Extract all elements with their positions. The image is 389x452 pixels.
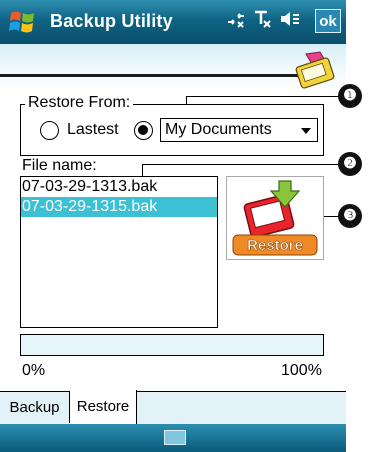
restore-button[interactable]: Restore bbox=[226, 176, 324, 260]
callout-line-2 bbox=[142, 164, 338, 165]
header-divider bbox=[0, 74, 300, 77]
callout-line-2-tick bbox=[142, 164, 143, 176]
tab-restore[interactable]: Restore bbox=[70, 390, 137, 424]
callout-3: ❸ bbox=[338, 204, 362, 228]
list-item[interactable]: 07-03-29-1313.bak bbox=[21, 177, 217, 197]
file-name-label: File name: bbox=[22, 157, 97, 174]
progress-max-label: 100% bbox=[281, 362, 322, 379]
callout-1: ❶ bbox=[338, 84, 362, 108]
callout-line-3 bbox=[324, 216, 338, 217]
signal-off-icon[interactable] bbox=[254, 10, 272, 33]
callout-line-1 bbox=[186, 96, 338, 97]
connectivity-icon[interactable] bbox=[226, 10, 246, 33]
radio-latest[interactable] bbox=[40, 121, 59, 140]
speaker-icon[interactable] bbox=[280, 10, 302, 33]
restore-icon: Restore bbox=[232, 180, 318, 256]
windows-start-icon[interactable] bbox=[8, 8, 38, 36]
file-listbox[interactable]: 07-03-29-1313.bak 07-03-29-1315.bak bbox=[20, 176, 218, 328]
keyboard-icon[interactable] bbox=[164, 430, 186, 445]
progress-bar bbox=[20, 334, 324, 356]
title-bar: Backup Utility ok bbox=[0, 0, 346, 44]
chevron-down-icon[interactable] bbox=[301, 128, 311, 134]
restore-button-label: Restore bbox=[247, 237, 303, 254]
restore-from-label: Restore From: bbox=[25, 94, 134, 112]
radio-location[interactable] bbox=[134, 121, 153, 140]
progress-min-label: 0% bbox=[22, 362, 46, 379]
location-dropdown[interactable]: My Documents bbox=[160, 118, 318, 142]
app-title: Backup Utility bbox=[50, 11, 173, 31]
callout-line-1-tick bbox=[186, 96, 187, 104]
device-screen: Backup Utility ok Restore From: Lastest … bbox=[0, 0, 346, 452]
backup-utility-app-icon bbox=[295, 51, 335, 89]
radio-latest-label: Lastest bbox=[67, 121, 119, 138]
list-item-selected[interactable]: 07-03-29-1315.bak bbox=[21, 197, 217, 217]
callout-2: ❷ bbox=[338, 152, 362, 176]
tab-backup[interactable]: Backup bbox=[0, 391, 70, 423]
location-dropdown-value: My Documents bbox=[165, 121, 272, 138]
ok-button[interactable]: ok bbox=[315, 9, 341, 33]
